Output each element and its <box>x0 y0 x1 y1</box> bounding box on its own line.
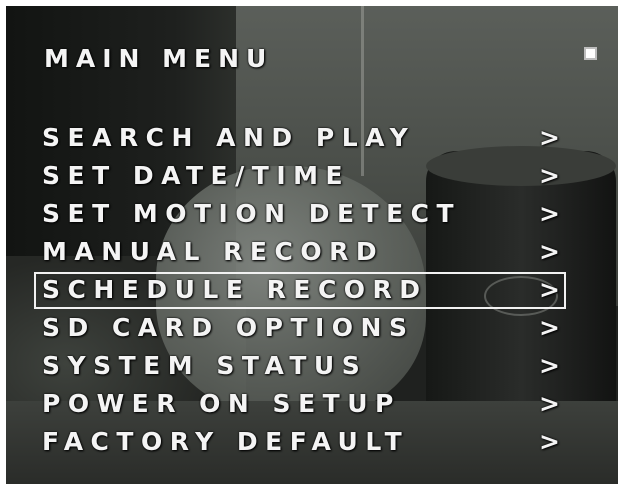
menu-item-label: SD CARD OPTIONS <box>42 313 415 342</box>
menu-item-power-on-setup[interactable]: POWER ON SETUP > <box>6 385 618 423</box>
chevron-right-icon: > <box>539 199 560 228</box>
chevron-right-icon: > <box>539 275 560 304</box>
menu-item-label: MANUAL RECORD <box>42 237 385 266</box>
chevron-right-icon: > <box>539 313 560 342</box>
menu-item-label: SCHEDULE RECORD <box>42 275 428 304</box>
menu-item-label: FACTORY DEFAULT <box>42 427 410 456</box>
menu-item-label: SEARCH AND PLAY <box>42 123 416 152</box>
chevron-right-icon: > <box>539 389 560 418</box>
menu-item-system-status[interactable]: SYSTEM STATUS > <box>6 347 618 385</box>
menu-item-search-and-play[interactable]: SEARCH AND PLAY > <box>6 119 618 157</box>
menu-item-manual-record[interactable]: MANUAL RECORD > <box>6 233 618 271</box>
chevron-right-icon: > <box>539 123 560 152</box>
menu-item-label: SYSTEM STATUS <box>42 351 368 380</box>
chevron-right-icon: > <box>539 237 560 266</box>
chevron-right-icon: > <box>539 351 560 380</box>
menu-item-set-date-time[interactable]: SET DATE/TIME > <box>6 157 618 195</box>
menu-item-label: SET MOTION DETECT <box>42 199 462 228</box>
menu-item-factory-default[interactable]: FACTORY DEFAULT > <box>6 423 618 461</box>
osd-menu-overlay: MAIN MENU SEARCH AND PLAY > SET DATE/TIM… <box>6 6 618 484</box>
chevron-right-icon: > <box>539 161 560 190</box>
menu-item-set-motion-detect[interactable]: SET MOTION DETECT > <box>6 195 618 233</box>
menu-item-label: POWER ON SETUP <box>42 389 401 418</box>
chevron-right-icon: > <box>539 427 560 456</box>
white-square-icon <box>584 47 597 60</box>
menu-item-label: SET DATE/TIME <box>42 161 351 190</box>
menu-item-sd-card-options[interactable]: SD CARD OPTIONS > <box>6 309 618 347</box>
main-menu-list: SEARCH AND PLAY > SET DATE/TIME > SET MO… <box>6 119 618 461</box>
camera-view: MAIN MENU SEARCH AND PLAY > SET DATE/TIM… <box>6 6 618 484</box>
menu-item-schedule-record[interactable]: SCHEDULE RECORD > <box>6 271 618 309</box>
menu-title: MAIN MENU <box>44 44 274 73</box>
